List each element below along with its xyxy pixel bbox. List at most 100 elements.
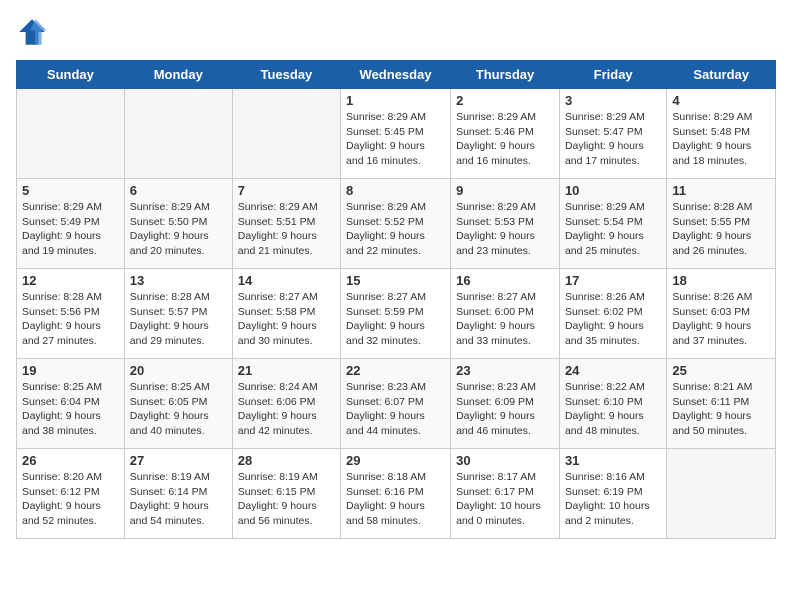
weekday-header-thursday: Thursday bbox=[451, 61, 560, 89]
day-info: Sunrise: 8:25 AMSunset: 6:05 PMDaylight:… bbox=[130, 380, 227, 439]
calendar-cell: 15 Sunrise: 8:27 AMSunset: 5:59 PMDayligh… bbox=[341, 269, 451, 359]
calendar-week-2: 5 Sunrise: 8:29 AMSunset: 5:49 PMDaylight… bbox=[17, 179, 776, 269]
day-number: 19 bbox=[22, 363, 119, 378]
day-info: Sunrise: 8:29 AMSunset: 5:51 PMDaylight:… bbox=[238, 200, 335, 259]
day-info: Sunrise: 8:27 AMSunset: 6:00 PMDaylight:… bbox=[456, 290, 554, 349]
calendar-cell: 26Sunrise: 8:20 AMSunset: 6:12 PMDayligh… bbox=[17, 449, 125, 539]
day-info: Sunrise: 8:27 AMSunset: 5:58 PMDaylight:… bbox=[238, 290, 335, 349]
calendar-cell: 4 Sunrise: 8:29 AMSunset: 5:48 PMDaylight… bbox=[667, 89, 776, 179]
calendar-cell: 19 Sunrise: 8:25 AMSunset: 6:04 PMDayligh… bbox=[17, 359, 125, 449]
calendar-cell: 14 Sunrise: 8:27 AMSunset: 5:58 PMDayligh… bbox=[232, 269, 340, 359]
day-info: Sunrise: 8:18 AMSunset: 6:16 PMDaylight:… bbox=[346, 470, 445, 529]
day-number: 3 bbox=[565, 93, 661, 108]
day-info: Sunrise: 8:28 AMSunset: 5:55 PMDaylight:… bbox=[672, 200, 770, 259]
day-info: Sunrise: 8:26 AMSunset: 6:03 PMDaylight:… bbox=[672, 290, 770, 349]
day-info: Sunrise: 8:25 AMSunset: 6:04 PMDaylight:… bbox=[22, 380, 119, 439]
day-number: 11 bbox=[672, 183, 770, 198]
day-number: 9 bbox=[456, 183, 554, 198]
calendar-cell bbox=[17, 89, 125, 179]
day-info: Sunrise: 8:28 AMSunset: 5:57 PMDaylight:… bbox=[130, 290, 227, 349]
day-number: 28 bbox=[238, 453, 335, 468]
calendar-cell bbox=[232, 89, 340, 179]
day-number: 8 bbox=[346, 183, 445, 198]
calendar-cell: 10 Sunrise: 8:29 AMSunset: 5:54 PMDayligh… bbox=[559, 179, 666, 269]
calendar-cell: 3 Sunrise: 8:29 AMSunset: 5:47 PMDaylight… bbox=[559, 89, 666, 179]
day-info: Sunrise: 8:28 AMSunset: 5:56 PMDaylight:… bbox=[22, 290, 119, 349]
day-number: 30 bbox=[456, 453, 554, 468]
day-info: Sunrise: 8:29 AMSunset: 5:49 PMDaylight:… bbox=[22, 200, 119, 259]
day-number: 15 bbox=[346, 273, 445, 288]
calendar-cell: 30 Sunrise: 8:17 AMSunset: 6:17 PMDayligh… bbox=[451, 449, 560, 539]
calendar-cell: 27 Sunrise: 8:19 AMSunset: 6:14 PMDayligh… bbox=[124, 449, 232, 539]
day-info: Sunrise: 8:24 AMSunset: 6:06 PMDaylight:… bbox=[238, 380, 335, 439]
calendar-week-1: 1Sunrise: 8:29 AMSunset: 5:45 PMDaylight… bbox=[17, 89, 776, 179]
day-number: 24 bbox=[565, 363, 661, 378]
day-number: 6 bbox=[130, 183, 227, 198]
day-number: 20 bbox=[130, 363, 227, 378]
day-number: 16 bbox=[456, 273, 554, 288]
calendar-cell: 1Sunrise: 8:29 AMSunset: 5:45 PMDaylight… bbox=[341, 89, 451, 179]
calendar-cell: 8 Sunrise: 8:29 AMSunset: 5:52 PMDaylight… bbox=[341, 179, 451, 269]
day-info: Sunrise: 8:29 AMSunset: 5:48 PMDaylight:… bbox=[672, 110, 770, 169]
calendar-week-4: 19 Sunrise: 8:25 AMSunset: 6:04 PMDayligh… bbox=[17, 359, 776, 449]
weekday-header-sunday: Sunday bbox=[17, 61, 125, 89]
calendar-cell: 28 Sunrise: 8:19 AMSunset: 6:15 PMDayligh… bbox=[232, 449, 340, 539]
day-number: 14 bbox=[238, 273, 335, 288]
day-number: 27 bbox=[130, 453, 227, 468]
calendar-cell: 12 Sunrise: 8:28 AMSunset: 5:56 PMDayligh… bbox=[17, 269, 125, 359]
day-info: Sunrise: 8:29 AMSunset: 5:47 PMDaylight:… bbox=[565, 110, 661, 169]
day-info: Sunrise: 8:23 AMSunset: 6:07 PMDaylight:… bbox=[346, 380, 445, 439]
day-number: 29 bbox=[346, 453, 445, 468]
calendar-cell: 7 Sunrise: 8:29 AMSunset: 5:51 PMDaylight… bbox=[232, 179, 340, 269]
calendar-cell: 16 Sunrise: 8:27 AMSunset: 6:00 PMDayligh… bbox=[451, 269, 560, 359]
logo bbox=[16, 16, 52, 48]
weekday-header-saturday: Saturday bbox=[667, 61, 776, 89]
weekday-header-row: SundayMondayTuesdayWednesdayThursdayFrid… bbox=[17, 61, 776, 89]
calendar-cell: 2 Sunrise: 8:29 AMSunset: 5:46 PMDaylight… bbox=[451, 89, 560, 179]
day-info: Sunrise: 8:29 AMSunset: 5:46 PMDaylight:… bbox=[456, 110, 554, 169]
calendar-cell: 21Sunrise: 8:24 AMSunset: 6:06 PMDayligh… bbox=[232, 359, 340, 449]
calendar-cell: 11 Sunrise: 8:28 AMSunset: 5:55 PMDayligh… bbox=[667, 179, 776, 269]
day-info: Sunrise: 8:19 AMSunset: 6:14 PMDaylight:… bbox=[130, 470, 227, 529]
calendar-cell: 18 Sunrise: 8:26 AMSunset: 6:03 PMDayligh… bbox=[667, 269, 776, 359]
calendar-cell: 5 Sunrise: 8:29 AMSunset: 5:49 PMDaylight… bbox=[17, 179, 125, 269]
weekday-header-monday: Monday bbox=[124, 61, 232, 89]
calendar-week-3: 12 Sunrise: 8:28 AMSunset: 5:56 PMDayligh… bbox=[17, 269, 776, 359]
day-info: Sunrise: 8:17 AMSunset: 6:17 PMDaylight:… bbox=[456, 470, 554, 529]
logo-icon bbox=[16, 16, 48, 48]
day-info: Sunrise: 8:29 AMSunset: 5:50 PMDaylight:… bbox=[130, 200, 227, 259]
day-number: 7 bbox=[238, 183, 335, 198]
calendar-cell: 13Sunrise: 8:28 AMSunset: 5:57 PMDayligh… bbox=[124, 269, 232, 359]
page-header bbox=[16, 16, 776, 48]
day-info: Sunrise: 8:29 AMSunset: 5:53 PMDaylight:… bbox=[456, 200, 554, 259]
day-number: 2 bbox=[456, 93, 554, 108]
day-info: Sunrise: 8:27 AMSunset: 5:59 PMDaylight:… bbox=[346, 290, 445, 349]
calendar-table: SundayMondayTuesdayWednesdayThursdayFrid… bbox=[16, 60, 776, 539]
weekday-header-friday: Friday bbox=[559, 61, 666, 89]
day-number: 22 bbox=[346, 363, 445, 378]
day-number: 10 bbox=[565, 183, 661, 198]
calendar-cell: 17Sunrise: 8:26 AMSunset: 6:02 PMDayligh… bbox=[559, 269, 666, 359]
calendar-cell: 9 Sunrise: 8:29 AMSunset: 5:53 PMDaylight… bbox=[451, 179, 560, 269]
day-number: 31 bbox=[565, 453, 661, 468]
day-info: Sunrise: 8:23 AMSunset: 6:09 PMDaylight:… bbox=[456, 380, 554, 439]
calendar-cell: 6 Sunrise: 8:29 AMSunset: 5:50 PMDaylight… bbox=[124, 179, 232, 269]
day-info: Sunrise: 8:21 AMSunset: 6:11 PMDaylight:… bbox=[672, 380, 770, 439]
calendar-cell bbox=[667, 449, 776, 539]
day-info: Sunrise: 8:16 AMSunset: 6:19 PMDaylight:… bbox=[565, 470, 661, 529]
day-info: Sunrise: 8:20 AMSunset: 6:12 PMDaylight:… bbox=[22, 470, 119, 529]
day-number: 12 bbox=[22, 273, 119, 288]
calendar-cell: 20 Sunrise: 8:25 AMSunset: 6:05 PMDayligh… bbox=[124, 359, 232, 449]
day-info: Sunrise: 8:29 AMSunset: 5:54 PMDaylight:… bbox=[565, 200, 661, 259]
calendar-cell: 22 Sunrise: 8:23 AMSunset: 6:07 PMDayligh… bbox=[341, 359, 451, 449]
day-number: 18 bbox=[672, 273, 770, 288]
day-info: Sunrise: 8:29 AMSunset: 5:52 PMDaylight:… bbox=[346, 200, 445, 259]
day-number: 25 bbox=[672, 363, 770, 378]
calendar-cell: 31 Sunrise: 8:16 AMSunset: 6:19 PMDayligh… bbox=[559, 449, 666, 539]
day-number: 5 bbox=[22, 183, 119, 198]
day-info: Sunrise: 8:19 AMSunset: 6:15 PMDaylight:… bbox=[238, 470, 335, 529]
weekday-header-wednesday: Wednesday bbox=[341, 61, 451, 89]
day-info: Sunrise: 8:22 AMSunset: 6:10 PMDaylight:… bbox=[565, 380, 661, 439]
day-number: 4 bbox=[672, 93, 770, 108]
day-info: Sunrise: 8:26 AMSunset: 6:02 PMDaylight:… bbox=[565, 290, 661, 349]
